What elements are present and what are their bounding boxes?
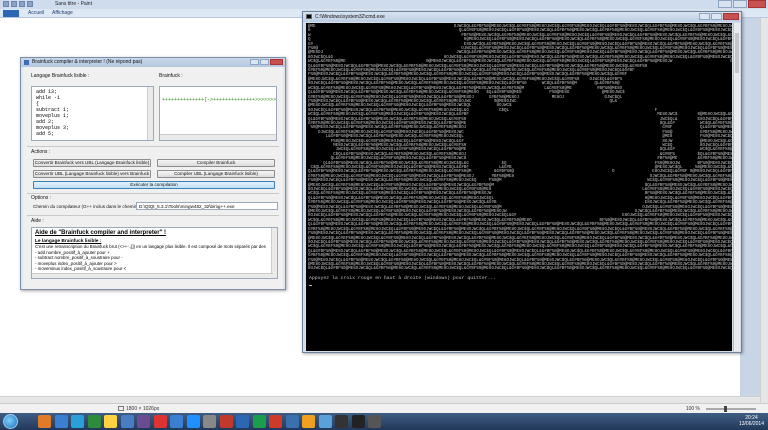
- divider: [27, 193, 279, 194]
- taskbar-app-icon[interactable]: [104, 415, 117, 428]
- cmd-icon: [306, 14, 312, 19]
- taskbar-app-icon[interactable]: [203, 415, 216, 428]
- paint-window-title: Sans titre - Paint: [55, 1, 92, 7]
- taskbar-app-icon[interactable]: [87, 415, 101, 428]
- zoom-slider-thumb[interactable]: [724, 406, 727, 412]
- cmd-title: C:\Windows\system32\cmd.exe: [315, 14, 385, 20]
- dialog-title: Brainfuck compiler & interpreter ! (Ne r…: [32, 59, 143, 65]
- taskbar-app-icon[interactable]: [302, 415, 315, 428]
- taskbar-app-icon[interactable]: [71, 415, 84, 428]
- dialog-close-button[interactable]: [270, 59, 283, 65]
- start-button[interactable]: [3, 414, 18, 429]
- clock-date: 13/06/2014: [738, 421, 764, 427]
- ascii-art-output: @ME OJWC$QL&G#BF%0@ME8OJWC$QL&G#BF%0@ME8…: [308, 25, 732, 272]
- tab-accueil[interactable]: Accueil: [28, 10, 44, 16]
- redo-icon[interactable]: [27, 1, 33, 7]
- cmd-scrollbar-thumb[interactable]: [735, 33, 739, 73]
- help-horizontal-scrollbar[interactable]: [32, 273, 273, 278]
- taskbar-app-icon[interactable]: [153, 415, 167, 428]
- canvas-size-text: 1800 × 1026px: [126, 406, 160, 412]
- taskbar-app-icon[interactable]: [38, 415, 51, 428]
- help-vertical-scrollbar[interactable]: [271, 228, 277, 278]
- convert-ubl-to-bf-button[interactable]: Convertir UBL (Langage Brainfuck lisible…: [33, 170, 151, 178]
- undo-icon[interactable]: [19, 1, 25, 7]
- taskbar-app-icon[interactable]: [170, 415, 183, 428]
- paint-status-bar: 1800 × 1026px 100 %: [0, 403, 768, 413]
- taskbar-app-icon[interactable]: [269, 415, 282, 428]
- tab-affichage[interactable]: Affichage: [52, 10, 73, 16]
- taskbar: 20:24 13/06/2014: [0, 413, 768, 430]
- quit-instruction: Appuyez la croix rouge en haut à droite …: [309, 276, 497, 281]
- help-label: Aide :: [31, 218, 44, 224]
- help-title: Aide de "Brainfuck compiler and interpre…: [35, 230, 167, 236]
- quick-access-toolbar[interactable]: [3, 1, 33, 7]
- brainfuck-compiler-window: Brainfuck compiler & interpreter ! (Ne r…: [20, 57, 286, 290]
- maximize-button[interactable]: [733, 0, 747, 8]
- app-icon: [24, 60, 29, 65]
- convert-bf-to-ubl-button[interactable]: Convertir Brainfuck vers UBL (Langage Br…: [33, 159, 151, 167]
- brainfuck-code-editor[interactable]: ++++++++++++++[->++++++++++++++>>>>>>>>>…: [159, 86, 277, 141]
- ubl-code-text: add 13; while -1 { subtract 1; moveplus …: [36, 89, 70, 137]
- dialog-minimize-button[interactable]: [250, 59, 259, 65]
- system-tray-clock[interactable]: 20:24 13/06/2014: [739, 415, 764, 427]
- canvas-horizontal-scrollbar[interactable]: [0, 396, 760, 403]
- actions-label: Actions :: [31, 149, 51, 155]
- dialog-maximize-button[interactable]: [260, 59, 269, 65]
- options-label: Options :: [31, 195, 52, 201]
- paint-file-menu-button[interactable]: [3, 10, 19, 17]
- taskbar-app-icon[interactable]: [236, 415, 249, 428]
- console-cursor: [309, 285, 312, 286]
- dialog-titlebar: Brainfuck compiler & interpreter ! (Ne r…: [21, 58, 285, 67]
- brainfuck-editor-scrollbar[interactable]: [160, 134, 276, 140]
- divider: [27, 146, 279, 147]
- taskbar-app-icon[interactable]: [120, 415, 134, 428]
- taskbar-app-icon[interactable]: [285, 415, 299, 428]
- taskbar-app-icon[interactable]: [186, 415, 200, 428]
- paint-app-icon: [3, 1, 9, 7]
- taskbar-app-icon[interactable]: [137, 415, 150, 428]
- zoom-level: 100 %: [685, 406, 700, 412]
- taskbar-app-icon[interactable]: [252, 415, 266, 428]
- taskbar-app-icon[interactable]: [368, 415, 381, 428]
- compile-brainfuck-button[interactable]: Compiler Brainfuck: [157, 159, 275, 167]
- compiler-path-input[interactable]: D:\QtQt_5.3.1\Tools\mingw482_32\bin\g++.…: [136, 202, 278, 210]
- compile-ubl-button[interactable]: Compiler UBL (Langage Brainfuck lisible): [157, 170, 275, 178]
- minimize-button[interactable]: [718, 0, 732, 8]
- zoom-slider[interactable]: [706, 406, 756, 412]
- compiler-path-label: Chemin du compilateur (G++ inclus dans l…: [33, 204, 142, 209]
- cmd-scrollbar[interactable]: [733, 23, 740, 351]
- help-panel[interactable]: Aide de "Brainfuck compiler and interpre…: [31, 227, 278, 279]
- canvas-size-icon: [118, 406, 124, 411]
- execute-compilation-button[interactable]: Exécuter la compilation: [33, 181, 275, 189]
- cmd-window: C:\Windows\system32\cmd.exe @ME OJWC$QL&…: [302, 11, 742, 353]
- dialog-window-controls: [250, 59, 283, 65]
- code-editor-scrollbar[interactable]: [147, 87, 153, 140]
- cmd-titlebar: C:\Windows\system32\cmd.exe: [303, 12, 741, 22]
- save-icon[interactable]: [11, 1, 17, 7]
- readable-brainfuck-label: Langage Brainfuck lisible :: [31, 73, 90, 79]
- brainfuck-code-text: ++++++++++++++[->++++++++++++++>>>>>>>>>…: [162, 97, 277, 103]
- canvas-size-readout: 1800 × 1026px: [118, 406, 159, 412]
- canvas-vertical-scrollbar[interactable]: [760, 18, 768, 403]
- taskbar-app-icon[interactable]: [351, 415, 365, 428]
- brainfuck-label: Brainfuck :: [159, 73, 183, 79]
- close-button[interactable]: [748, 0, 766, 8]
- taskbar-app-icon[interactable]: [219, 415, 233, 428]
- paint-window-controls: [718, 0, 766, 8]
- console-output[interactable]: @ME OJWC$QL&G#BF%0@ME8OJWC$QL&G#BF%0@ME8…: [306, 23, 732, 351]
- cmd-close-button[interactable]: [723, 13, 739, 20]
- divider: [27, 215, 279, 216]
- paint-titlebar: Sans titre - Paint: [0, 0, 768, 9]
- taskbar-app-icon[interactable]: [318, 415, 332, 428]
- taskbar-app-icon[interactable]: [54, 415, 68, 428]
- cmd-window-controls: [699, 13, 739, 20]
- ubl-code-editor[interactable]: add 13; while -1 { subtract 1; moveplus …: [31, 86, 154, 141]
- cmd-minimize-button[interactable]: [699, 13, 710, 20]
- help-line: C'est une retranscription du Brainfuck b…: [35, 244, 266, 249]
- cmd-maximize-button[interactable]: [711, 13, 722, 20]
- dialog-body: Langage Brainfuck lisible : Brainfuck : …: [23, 67, 283, 289]
- taskbar-app-icon[interactable]: [335, 415, 348, 428]
- help-line: - moveminus index_positif_à_soustraire p…: [35, 266, 127, 271]
